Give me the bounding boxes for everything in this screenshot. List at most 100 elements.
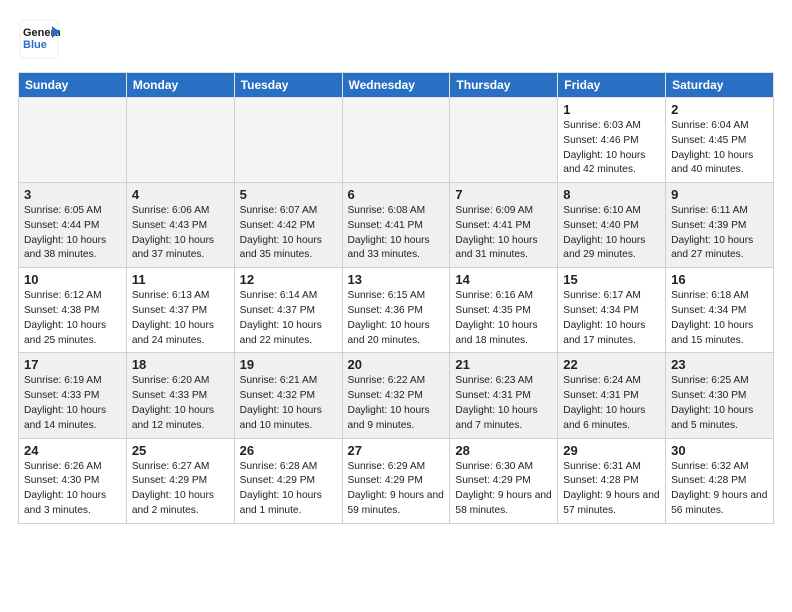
day-number: 24 — [24, 443, 121, 458]
daylight-label: Daylight: 10 hours and 31 minutes. — [455, 235, 537, 261]
sunset-label: Sunset: 4:41 PM — [455, 220, 530, 231]
sunset-label: Sunset: 4:30 PM — [24, 475, 99, 486]
sunset-label: Sunset: 4:34 PM — [563, 305, 638, 316]
cell-content: Sunrise: 6:30 AMSunset: 4:29 PMDaylight:… — [455, 460, 552, 519]
sunset-label: Sunset: 4:39 PM — [671, 220, 746, 231]
day-number: 22 — [563, 357, 660, 372]
day-number: 29 — [563, 443, 660, 458]
sunrise-label: Sunrise: 6:29 AM — [348, 461, 426, 472]
day-number: 1 — [563, 102, 660, 117]
calendar-cell: 4Sunrise: 6:06 AMSunset: 4:43 PMDaylight… — [126, 183, 234, 268]
sunset-label: Sunset: 4:28 PM — [563, 475, 638, 486]
weekday-header-row: SundayMondayTuesdayWednesdayThursdayFrid… — [19, 73, 774, 98]
calendar-week-row: 17Sunrise: 6:19 AMSunset: 4:33 PMDayligh… — [19, 353, 774, 438]
sunrise-label: Sunrise: 6:15 AM — [348, 290, 426, 301]
cell-content: Sunrise: 6:22 AMSunset: 4:32 PMDaylight:… — [348, 374, 445, 433]
daylight-label: Daylight: 9 hours and 58 minutes. — [455, 490, 551, 516]
calendar-week-row: 3Sunrise: 6:05 AMSunset: 4:44 PMDaylight… — [19, 183, 774, 268]
calendar-cell: 14Sunrise: 6:16 AMSunset: 4:35 PMDayligh… — [450, 268, 558, 353]
daylight-label: Daylight: 10 hours and 25 minutes. — [24, 320, 106, 346]
sunset-label: Sunset: 4:36 PM — [348, 305, 423, 316]
cell-content: Sunrise: 6:29 AMSunset: 4:29 PMDaylight:… — [348, 460, 445, 519]
cell-content: Sunrise: 6:24 AMSunset: 4:31 PMDaylight:… — [563, 374, 660, 433]
daylight-label: Daylight: 10 hours and 33 minutes. — [348, 235, 430, 261]
day-number: 19 — [240, 357, 337, 372]
cell-content: Sunrise: 6:18 AMSunset: 4:34 PMDaylight:… — [671, 289, 768, 348]
calendar-cell: 23Sunrise: 6:25 AMSunset: 4:30 PMDayligh… — [666, 353, 774, 438]
sunrise-label: Sunrise: 6:25 AM — [671, 375, 749, 386]
daylight-label: Daylight: 10 hours and 22 minutes. — [240, 320, 322, 346]
calendar-cell — [19, 98, 127, 183]
sunrise-label: Sunrise: 6:30 AM — [455, 461, 533, 472]
logo: General Blue — [18, 18, 60, 60]
calendar-cell: 24 Sunrise: 6:26 AM Sunset: 4:30 PM Dayligh… — [19, 438, 127, 523]
daylight-label: Daylight: 10 hours and 38 minutes. — [24, 235, 106, 261]
day-number: 9 — [671, 187, 768, 202]
weekday-header: Monday — [126, 73, 234, 98]
cell-content: Sunrise: 6:08 AM Sunset: 4:41 PM Daylight:… — [348, 204, 445, 263]
calendar-cell: 9Sunrise: 6:11 AMSunset: 4:39 PMDaylight… — [666, 183, 774, 268]
day-number: 14 — [455, 272, 552, 287]
cell-content: Sunrise: 6:23 AMSunset: 4:31 PMDaylight:… — [455, 374, 552, 433]
sunrise-label: Sunrise: 6:08 AM — [348, 205, 426, 216]
daylight-label: Daylight: 10 hours and 37 minutes. — [132, 235, 214, 261]
daylight-label: Daylight: 10 hours and 29 minutes. — [563, 235, 645, 261]
calendar-cell: 5Sunrise: 6:07 AMSunset: 4:42 PMDaylight… — [234, 183, 342, 268]
cell-content: Sunrise: 6:15 AM Sunset: 4:36 PM Daylight:… — [348, 289, 445, 348]
sunrise-label: Sunrise: 6:19 AM — [24, 375, 102, 386]
calendar-cell: 30Sunrise: 6:32 AMSunset: 4:28 PMDayligh… — [666, 438, 774, 523]
sunrise-label: Sunrise: 6:22 AM — [348, 375, 426, 386]
daylight-label: Daylight: 10 hours and 2 minutes. — [132, 490, 214, 516]
day-number: 15 — [563, 272, 660, 287]
calendar-cell — [342, 98, 450, 183]
day-number: 3 — [24, 187, 121, 202]
sunset-label: Sunset: 4:31 PM — [563, 390, 638, 401]
weekday-header: Saturday — [666, 73, 774, 98]
daylight-label: Daylight: 10 hours and 14 minutes. — [24, 405, 106, 431]
sunrise-label: Sunrise: 6:04 AM — [671, 120, 749, 131]
cell-content: Sunrise: 6:07 AMSunset: 4:42 PMDaylight:… — [240, 204, 337, 263]
sunrise-label: Sunrise: 6:26 AM — [24, 461, 102, 472]
cell-content: Sunrise: 6:19 AMSunset: 4:33 PMDaylight:… — [24, 374, 121, 433]
calendar-cell: 20Sunrise: 6:22 AMSunset: 4:32 PMDayligh… — [342, 353, 450, 438]
weekday-header: Friday — [558, 73, 666, 98]
sunrise-label: Sunrise: 6:32 AM — [671, 461, 749, 472]
sunset-label: Sunset: 4:32 PM — [240, 390, 315, 401]
day-number: 25 — [132, 443, 229, 458]
day-number: 16 — [671, 272, 768, 287]
calendar-cell: 15Sunrise: 6:17 AMSunset: 4:34 PMDayligh… — [558, 268, 666, 353]
weekday-header: Thursday — [450, 73, 558, 98]
cell-content: Sunrise: 6:32 AMSunset: 4:28 PMDaylight:… — [671, 460, 768, 519]
cell-content: Sunrise: 6:03 AMSunset: 4:46 PMDaylight:… — [563, 119, 660, 178]
sunset-label: Sunset: 4:40 PM — [563, 220, 638, 231]
sunrise-label: Sunrise: 6:20 AM — [132, 375, 210, 386]
day-number: 28 — [455, 443, 552, 458]
sunset-label: Sunset: 4:46 PM — [563, 135, 638, 146]
day-number: 21 — [455, 357, 552, 372]
calendar-cell — [126, 98, 234, 183]
sunset-label: Sunset: 4:41 PM — [348, 220, 423, 231]
sunset-label: Sunset: 4:43 PM — [132, 220, 207, 231]
cell-content: Sunrise: 6:31 AMSunset: 4:28 PMDaylight:… — [563, 460, 660, 519]
calendar-cell: 13 Sunrise: 6:15 AM Sunset: 4:36 PM Dayligh… — [342, 268, 450, 353]
calendar-cell: 7Sunrise: 6:09 AMSunset: 4:41 PMDaylight… — [450, 183, 558, 268]
cell-content: Sunrise: 6:14 AMSunset: 4:37 PMDaylight:… — [240, 289, 337, 348]
sunset-label: Sunset: 4:37 PM — [240, 305, 315, 316]
daylight-label: Daylight: 10 hours and 20 minutes. — [348, 320, 430, 346]
calendar-cell: 6Sunrise: 6:08 AMSunset: 4:41 PMDaylight… — [342, 183, 450, 268]
daylight-label: Daylight: 9 hours and 57 minutes. — [563, 490, 659, 516]
cell-content: Sunrise: 6:04 AMSunset: 4:45 PMDaylight:… — [671, 119, 768, 178]
sunrise-label: Sunrise: 6:10 AM — [563, 205, 641, 216]
cell-content: Sunrise: 6:12 AMSunset: 4:38 PMDaylight:… — [24, 289, 121, 348]
cell-content: Sunrise: 6:09 AMSunset: 4:41 PMDaylight:… — [455, 204, 552, 263]
daylight-label: Daylight: 10 hours and 24 minutes. — [132, 320, 214, 346]
day-number: 13 — [348, 272, 445, 287]
calendar-cell: 8Sunrise: 6:10 AMSunset: 4:40 PMDaylight… — [558, 183, 666, 268]
cell-content: Sunrise: 6:20 AMSunset: 4:33 PMDaylight:… — [132, 374, 229, 433]
calendar-cell: 2Sunrise: 6:04 AMSunset: 4:45 PMDaylight… — [666, 98, 774, 183]
cell-content: Sunrise: 6:13 AMSunset: 4:37 PMDaylight:… — [132, 289, 229, 348]
daylight-label: Daylight: 10 hours and 40 minutes. — [671, 150, 753, 176]
daylight-label: Daylight: 10 hours and 18 minutes. — [455, 320, 537, 346]
daylight-label: Daylight: 10 hours and 3 minutes. — [24, 490, 106, 516]
calendar-cell: 22 Sunrise: 6:24 AMSunset: 4:31 PMDayligh… — [558, 353, 666, 438]
